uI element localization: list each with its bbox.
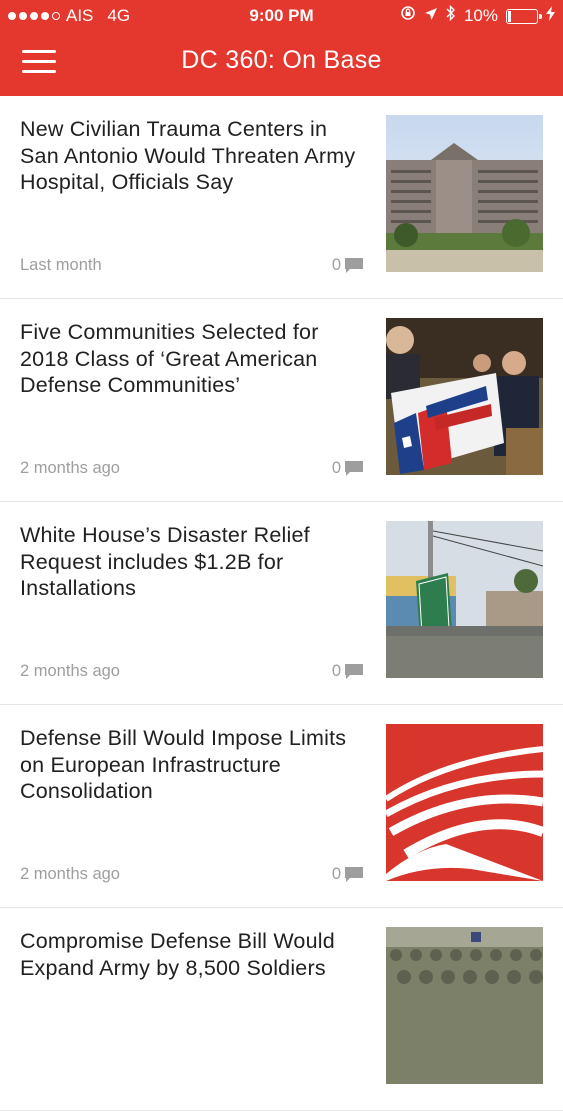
charging-bolt-icon bbox=[546, 0, 555, 32]
article-item[interactable]: New Civilian Trauma Centers in San Anton… bbox=[0, 96, 563, 299]
comment-count[interactable]: 0 bbox=[332, 865, 363, 884]
comment-count-label: 0 bbox=[331, 256, 341, 274]
rotation-lock-icon bbox=[400, 0, 416, 32]
comment-icon bbox=[345, 867, 363, 882]
comment-count[interactable]: 0 bbox=[332, 459, 363, 478]
comment-count-label: 0 bbox=[331, 865, 341, 883]
bluetooth-icon bbox=[446, 0, 456, 32]
page-title: DC 360: On Base bbox=[181, 46, 382, 74]
comment-count-label: 0 bbox=[331, 459, 341, 477]
article-title[interactable]: White House’s Disaster Relief Request in… bbox=[20, 522, 370, 602]
comment-count[interactable]: 0 bbox=[332, 662, 363, 681]
article-time: 2 months ago bbox=[20, 865, 120, 883]
article-title[interactable]: Five Communities Selected for 2018 Class… bbox=[20, 319, 370, 399]
comment-count-label: 0 bbox=[331, 662, 341, 680]
soldiers-formation-image[interactable] bbox=[386, 927, 543, 1084]
article-time: 2 months ago bbox=[20, 662, 120, 680]
red-logo-image[interactable] bbox=[386, 724, 543, 881]
comment-icon bbox=[345, 258, 363, 273]
status-bar: AIS 4G 9:00 PM 10% bbox=[0, 0, 563, 32]
hospital-building-image[interactable] bbox=[386, 115, 543, 272]
status-right: 10% bbox=[400, 0, 555, 32]
great-american-banner-image[interactable] bbox=[386, 318, 543, 475]
article-item[interactable]: Compromise Defense Bill Would Expand Arm… bbox=[0, 908, 563, 1111]
article-time: 2 months ago bbox=[20, 459, 120, 477]
nav-bar: DC 360: On Base bbox=[0, 32, 563, 96]
battery-icon bbox=[506, 8, 542, 24]
flooded-street-image[interactable] bbox=[386, 521, 543, 678]
article-item[interactable]: Five Communities Selected for 2018 Class… bbox=[0, 299, 563, 502]
app-header: AIS 4G 9:00 PM 10% DC 360: On Base bbox=[0, 0, 563, 96]
article-title[interactable]: Defense Bill Would Impose Limits on Euro… bbox=[20, 725, 370, 805]
article-item[interactable]: White House’s Disaster Relief Request in… bbox=[0, 502, 563, 705]
article-title[interactable]: New Civilian Trauma Centers in San Anton… bbox=[20, 116, 370, 196]
location-arrow-icon bbox=[424, 0, 438, 32]
article-title[interactable]: Compromise Defense Bill Would Expand Arm… bbox=[20, 928, 370, 981]
comment-count[interactable]: 0 bbox=[332, 256, 363, 275]
article-item[interactable]: Defense Bill Would Impose Limits on Euro… bbox=[0, 705, 563, 908]
article-time: Last month bbox=[20, 256, 102, 274]
battery-percent: 10% bbox=[463, 6, 498, 25]
article-feed: New Civilian Trauma Centers in San Anton… bbox=[0, 96, 563, 1111]
comment-icon bbox=[345, 664, 363, 679]
comment-icon bbox=[345, 461, 363, 476]
